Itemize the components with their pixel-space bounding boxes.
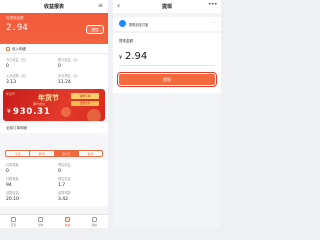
stats-panel: 今日收益（元） 0 累计收益（元） 0 上月结算（元） 3.13 本月预估（元）… [0,54,108,94]
grid-cell: 付款笔数 94 [6,176,54,188]
amount-input[interactable]: 2.94 [125,51,147,62]
withdraw-screen: ‹ 提现 ••• 提现到支付宝 › 提现金额 ¥ 2.94 提现 [113,0,221,228]
more-icon[interactable]: ••• [208,1,218,8]
tab-yesterday[interactable]: 昨日 [30,151,55,156]
stat-item: 今日收益（元） 0 [6,57,54,69]
home-icon [11,217,16,222]
grid-value: 3.42 [58,197,69,202]
tab-category[interactable]: 分类 [27,215,54,228]
stat-label: 上月结算（元） [6,74,29,78]
order-filter-row[interactable]: 全部订单明细 › [0,123,108,133]
grid-value: 0 [6,169,9,174]
decoration [87,109,101,121]
balance-amount: 2.94 [6,23,28,33]
earnings-icon [65,217,70,222]
tab-last-7-days[interactable]: 近7日 [54,151,79,156]
tab-label: 分类 [37,223,44,227]
tab-this-month[interactable]: 本月 [79,151,102,156]
document-icon [6,47,10,51]
divider [119,65,215,66]
decoration [61,107,71,117]
chevron-right-icon: › [100,125,102,130]
alipay-icon [119,20,126,27]
promo-banner[interactable]: 年货节 年货节 领券下单 立即分享 累计成交 ¥ 930.31 [3,89,105,121]
profile-icon [92,217,97,222]
withdraw-button[interactable]: 提现 [86,25,104,34]
grid-value: 94 [6,183,12,188]
grid-label: 付款笔数 [6,177,19,181]
tab-profile[interactable]: 我的 [81,215,108,228]
balance-card: 可提现金额 2.94 提现 [0,13,108,44]
tab-home[interactable]: 首页 [0,215,27,228]
withdraw-amount-card: 提现金额 ¥ 2.94 提现 [113,33,221,93]
stat-value: 11.24 [58,80,71,85]
banner-corner-text: 年货节 [6,92,16,96]
stat-value: 0 [58,64,61,69]
confirm-withdraw-button[interactable]: 提现 [116,71,218,88]
grid-value: 0 [58,169,61,174]
bottom-tab-bar: 首页 分类 收益 我的 [0,214,108,228]
stat-label: 累计收益（元） [58,58,81,62]
filter-label: 全部订单明细 [6,126,27,130]
stat-label: 本月预估（元） [58,74,81,78]
page-title: 提现 [161,4,172,10]
tab-label: 我的 [91,223,98,227]
stat-item: 本月预估（元） 11.24 [58,73,106,85]
banner-ribbon: 立即分享 [71,101,99,106]
currency-symbol: ¥ [119,55,123,61]
grid-label: 结算笔数 [58,191,71,195]
grid-cell: 付款笔数 0 [6,162,54,174]
stat-item: 上月结算（元） 3.13 [6,73,54,85]
tab-earnings[interactable]: 收益 [54,215,81,228]
nav-bar: 收益报表 ≡ [0,0,108,13]
grid-cell: 结算收益 20.10 [6,190,54,202]
stat-item: 累计收益（元） 0 [58,57,106,69]
grid-value: 20.10 [6,197,19,202]
amount-label: 提现金额 [119,39,133,43]
grid-label: 付款笔数 [6,163,19,167]
stat-label: 今日收益（元） [6,58,29,62]
tab-label: 收益 [64,223,71,227]
banner-subtitle: 累计成交 [33,102,46,106]
banner-currency: ¥ [7,108,11,115]
grid-label: 预估收益 [58,163,71,167]
stat-value: 0 [6,64,9,69]
income-detail-row[interactable]: 收入明细 [0,44,108,54]
payout-account-row[interactable]: 提现到支付宝 › [113,17,221,31]
grid-cell: 预估收益 0 [58,162,106,174]
income-detail-label: 收入明细 [12,47,26,51]
grid-cell: 预估收益 1.7 [58,176,106,188]
earnings-report-screen: 收益报表 ≡ 可提现金额 2.94 提现 收入明细 今日收益（元） 0 累计收益… [0,0,108,228]
period-stats-grid: 付款笔数 0 预估收益 0 付款笔数 94 预估收益 1.7 结算收益 20.1… [0,160,108,206]
category-icon [38,217,43,222]
banner-amount: 930.31 [13,107,51,117]
account-label: 提现到支付宝 [129,23,149,27]
grid-value: 1.7 [58,183,66,188]
period-segmented-control: 今日 昨日 近7日 本月 [5,150,103,157]
chevron-right-icon: › [213,20,215,26]
menu-icon[interactable]: ≡ [98,2,103,9]
page-title: 收益报表 [43,4,64,10]
stat-value: 3.13 [6,80,17,85]
tab-today[interactable]: 今日 [6,151,31,156]
balance-label: 可提现金额 [6,16,24,20]
grid-cell: 结算笔数 3.42 [58,190,106,202]
nav-bar: ‹ 提现 ••• [113,0,221,13]
tab-label: 首页 [10,223,17,227]
grid-label: 预估收益 [58,177,71,181]
banner-ribbon: 领券下单 [71,93,99,99]
grid-label: 结算收益 [6,191,19,195]
